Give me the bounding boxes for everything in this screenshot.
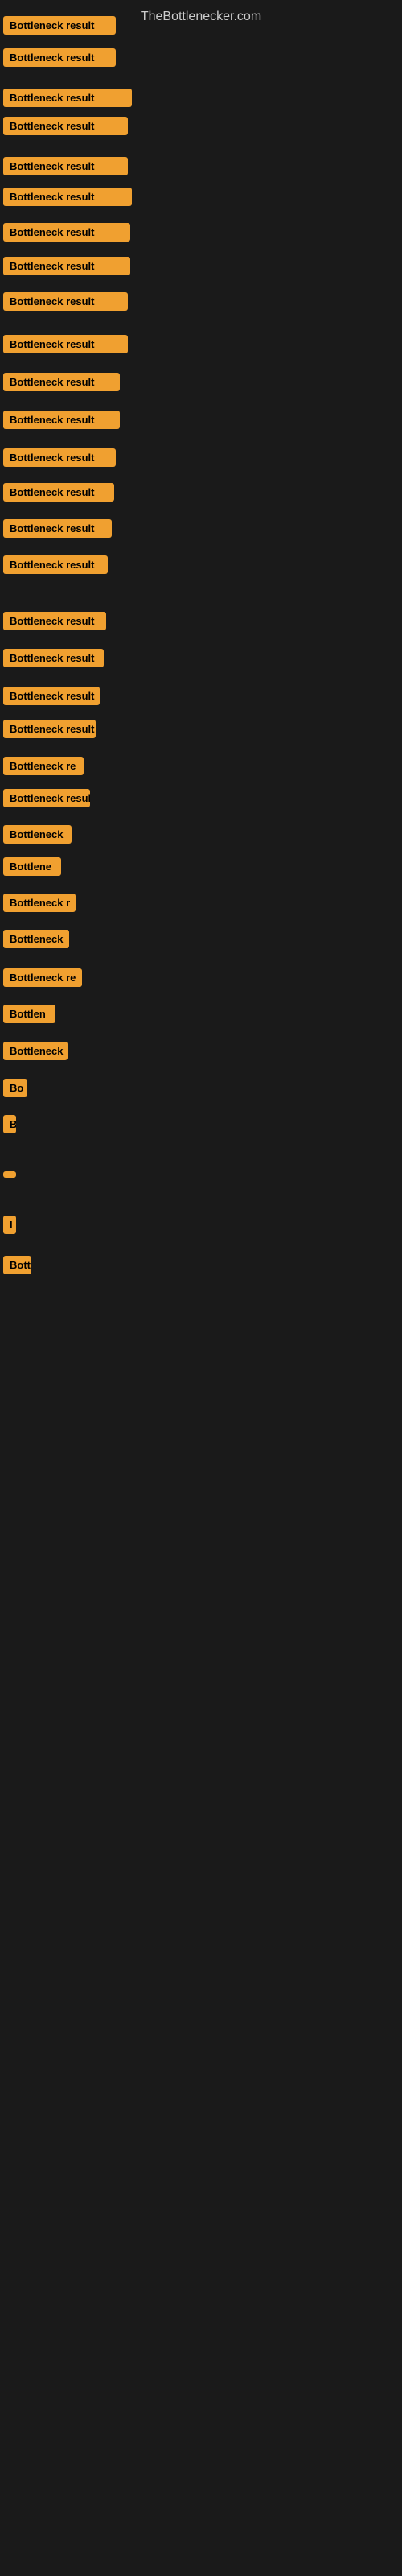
bottleneck-label[interactable]: Bottleneck result [3, 483, 114, 502]
bottleneck-label[interactable]: Bottleneck result [3, 720, 96, 738]
bottleneck-row: Bo [3, 1079, 27, 1101]
bottleneck-label[interactable]: Bottleneck [3, 1042, 68, 1060]
bottleneck-label[interactable]: Bott [3, 1256, 31, 1274]
bottleneck-row: Bott [3, 1256, 31, 1278]
bottleneck-label[interactable]: Bottlen [3, 1005, 55, 1023]
bottleneck-label[interactable]: Bottleneck result [3, 223, 130, 242]
bottleneck-label[interactable]: Bottleneck result [3, 373, 120, 391]
bottleneck-label[interactable]: Bottleneck result [3, 649, 104, 667]
bottleneck-row: Bottleneck result [3, 483, 114, 506]
bottleneck-label[interactable]: Bottleneck result [3, 157, 128, 175]
bottleneck-row: Bottleneck result [3, 335, 128, 357]
bottleneck-row: Bottleneck result [3, 292, 128, 315]
bottleneck-label[interactable]: Bottleneck re [3, 968, 82, 987]
bottleneck-label[interactable]: Bottlene [3, 857, 61, 876]
bottleneck-row: B [3, 1115, 16, 1137]
bottleneck-label[interactable]: Bottleneck result [3, 117, 128, 135]
bottleneck-label[interactable]: Bo [3, 1079, 27, 1097]
bottleneck-label[interactable]: I [3, 1216, 16, 1234]
bottleneck-label[interactable]: Bottleneck result [3, 16, 116, 35]
bottleneck-row: Bottleneck result [3, 257, 130, 279]
bottleneck-row: I [3, 1216, 16, 1238]
bottleneck-row: Bottlene [3, 857, 61, 880]
bottleneck-label[interactable]: Bottleneck r [3, 894, 76, 912]
bottleneck-row: Bottleneck re [3, 757, 84, 779]
bottleneck-label[interactable]: Bottleneck result [3, 448, 116, 467]
bottleneck-label[interactable] [3, 1171, 16, 1178]
bottleneck-label[interactable]: Bottleneck result [3, 555, 108, 574]
bottleneck-label[interactable]: Bottleneck re [3, 757, 84, 775]
bottleneck-label[interactable]: Bottleneck result [3, 188, 132, 206]
bottleneck-row: Bottleneck result [3, 519, 112, 542]
bottleneck-label[interactable]: Bottleneck resul [3, 789, 90, 807]
bottleneck-row: Bottleneck [3, 1042, 68, 1064]
bottleneck-row: Bottleneck result [3, 223, 130, 246]
bottleneck-row: Bottleneck result [3, 157, 128, 180]
bottleneck-row: Bottlen [3, 1005, 55, 1027]
bottleneck-row: Bottleneck result [3, 188, 132, 210]
bottleneck-label[interactable]: Bottleneck [3, 930, 69, 948]
bottleneck-row: Bottleneck result [3, 448, 116, 471]
bottleneck-row: Bottleneck result [3, 411, 120, 433]
bottleneck-label[interactable]: Bottleneck result [3, 48, 116, 67]
bottleneck-label[interactable]: Bottleneck result [3, 257, 130, 275]
bottleneck-row [3, 1167, 16, 1182]
bottleneck-label[interactable]: Bottleneck result [3, 612, 106, 630]
bottleneck-row: Bottleneck result [3, 16, 116, 39]
bottleneck-row: Bottleneck result [3, 373, 120, 395]
bottleneck-label[interactable]: Bottleneck result [3, 411, 120, 429]
bottleneck-row: Bottleneck result [3, 612, 106, 634]
bottleneck-label[interactable]: Bottleneck result [3, 687, 100, 705]
bottleneck-row: Bottleneck r [3, 894, 76, 916]
bottleneck-label[interactable]: Bottleneck result [3, 89, 132, 107]
bottleneck-row: Bottleneck result [3, 720, 96, 742]
bottleneck-label[interactable]: Bottleneck result [3, 335, 128, 353]
bottleneck-label[interactable]: Bottleneck result [3, 292, 128, 311]
bottleneck-row: Bottleneck result [3, 687, 100, 709]
bottleneck-row: Bottleneck re [3, 968, 82, 991]
bottleneck-row: Bottleneck [3, 825, 72, 848]
bottleneck-row: Bottleneck result [3, 48, 116, 71]
bottleneck-label[interactable]: B [3, 1115, 16, 1133]
bottleneck-label[interactable]: Bottleneck result [3, 519, 112, 538]
bottleneck-row: Bottleneck result [3, 117, 128, 139]
bottleneck-row: Bottleneck result [3, 89, 132, 111]
bottleneck-row: Bottleneck [3, 930, 69, 952]
bottleneck-row: Bottleneck resul [3, 789, 90, 811]
bottleneck-label[interactable]: Bottleneck [3, 825, 72, 844]
bottleneck-row: Bottleneck result [3, 555, 108, 578]
bottleneck-row: Bottleneck result [3, 649, 104, 671]
